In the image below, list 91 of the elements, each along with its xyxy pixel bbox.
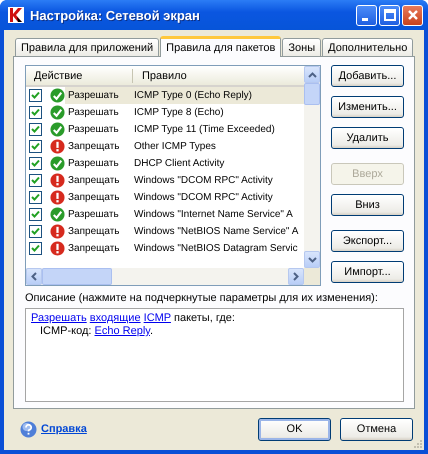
- scroll-thumb[interactable]: [304, 83, 320, 105]
- scroll-thumb[interactable]: [42, 268, 112, 285]
- rule-cell-text: Windows "DCOM RPC" Activity: [133, 192, 273, 203]
- side-button[interactable]: Импорт...: [331, 261, 404, 283]
- close-icon: [406, 9, 418, 21]
- check-circle-icon: [50, 88, 65, 103]
- description-text: ICMP-код: Echo Reply.: [39, 325, 154, 338]
- scrollbar-corner: [304, 268, 320, 285]
- rule-cell-text: ICMP Type 11 (Time Exceeded): [133, 124, 275, 135]
- list-row-highlight[interactable]: Разрешать ICMP Type 0 (Echo Reply): [65, 87, 304, 104]
- help-icon[interactable]: [20, 420, 37, 438]
- action-cell-text: Запрещать: [67, 226, 120, 237]
- checkbox[interactable]: [29, 191, 42, 204]
- check-circle-icon: [50, 207, 65, 222]
- action-cell-text: Разрешать: [67, 124, 120, 135]
- horizontal-scrollbar[interactable]: [26, 268, 320, 285]
- tab[interactable]: Правила для пакетов: [160, 36, 282, 57]
- list-row-highlight[interactable]: Запрещать Windows "NetBIOS Datagram Servic: [65, 240, 304, 257]
- parameter-link[interactable]: Разрешать: [31, 312, 87, 324]
- help-link[interactable]: Справка: [41, 423, 87, 435]
- rule-cell-text: Windows "Internet Name Service" A: [133, 209, 293, 220]
- tab[interactable]: Дополнительно: [322, 38, 414, 56]
- scroll-right-icon[interactable]: [288, 268, 304, 285]
- checkbox[interactable]: [29, 106, 42, 119]
- exclamation-circle-icon: [50, 224, 65, 239]
- dialog-button[interactable]: Отмена: [340, 418, 413, 440]
- action-cell-text: Разрешать: [67, 158, 120, 169]
- dialog-button[interactable]: OK: [258, 418, 331, 440]
- resize-grip-icon[interactable]: [413, 439, 423, 449]
- column-header[interactable]: Действие: [26, 68, 133, 82]
- vertical-scrollbar[interactable]: [304, 66, 320, 268]
- scroll-down-icon[interactable]: [304, 251, 320, 268]
- checkbox[interactable]: [29, 225, 42, 238]
- side-button[interactable]: Вниз: [331, 194, 404, 216]
- rule-cell-text: Windows "DCOM RPC" Activity: [133, 175, 273, 186]
- list-row-highlight[interactable]: Запрещать Other ICMP Types: [65, 138, 304, 155]
- list-row-highlight[interactable]: Запрещать Windows "DCOM RPC" Activity: [65, 189, 304, 206]
- exclamation-circle-icon: [50, 139, 65, 154]
- action-cell-text: Запрещать: [67, 243, 120, 254]
- list-row-highlight[interactable]: Разрешать DHCP Client Activity: [65, 155, 304, 172]
- scroll-left-icon[interactable]: [26, 268, 42, 285]
- rule-cell-text: ICMP Type 0 (Echo Reply): [133, 90, 252, 101]
- column-header[interactable]: Правило: [133, 70, 187, 82]
- action-cell-text: Запрещать: [67, 175, 120, 186]
- list-row-highlight[interactable]: Разрешать Windows "Internet Name Service" A: [65, 206, 304, 223]
- k-logo-icon: [8, 7, 24, 23]
- maximize-button[interactable]: [379, 4, 400, 26]
- action-cell-text: Запрещать: [67, 192, 120, 203]
- checkbox[interactable]: [29, 208, 42, 221]
- side-button[interactable]: Добавить...: [331, 65, 404, 87]
- list-row-highlight[interactable]: Разрешать ICMP Type 8 (Echo): [65, 104, 304, 121]
- checkbox[interactable]: [29, 89, 42, 102]
- action-cell-text: Разрешать: [67, 107, 120, 118]
- side-button[interactable]: Удалить: [331, 127, 404, 149]
- side-button[interactable]: Экспорт...: [331, 230, 404, 252]
- list-row-highlight[interactable]: Разрешать ICMP Type 11 (Time Exceeded): [65, 121, 304, 138]
- rule-cell-text: Other ICMP Types: [133, 141, 216, 152]
- tab[interactable]: Зоны: [282, 38, 322, 56]
- side-button[interactable]: Изменить...: [331, 96, 404, 118]
- checkbox[interactable]: [29, 140, 42, 153]
- rule-cell-text: Windows "NetBIOS Datagram Servic: [133, 243, 298, 254]
- maximize-icon: [384, 9, 396, 21]
- minimize-icon: [362, 18, 368, 20]
- rule-cell-text: DHCP Client Activity: [133, 158, 224, 169]
- exclamation-circle-icon: [50, 173, 65, 188]
- list-row-highlight[interactable]: Запрещать Windows "DCOM RPC" Activity: [65, 172, 304, 189]
- action-cell-text: Разрешать: [67, 209, 120, 220]
- parameter-link[interactable]: ICMP: [144, 312, 171, 324]
- action-cell-text: Разрешать: [67, 90, 120, 101]
- rule-cell-text: ICMP Type 8 (Echo): [133, 107, 224, 118]
- description-label: Описание (нажмите на подчеркнутые параметры для их изменения):: [25, 292, 379, 305]
- tab[interactable]: Правила для приложений: [15, 38, 160, 56]
- action-cell-text: Запрещать: [67, 141, 120, 152]
- checkbox[interactable]: [29, 174, 42, 187]
- check-circle-icon: [50, 122, 65, 137]
- window-title: Настройка: Сетевой экран: [30, 8, 201, 22]
- parameter-link[interactable]: входящие: [90, 312, 141, 324]
- exclamation-circle-icon: [50, 190, 65, 205]
- parameter-link[interactable]: Echo Reply: [94, 325, 150, 337]
- check-circle-icon: [50, 156, 65, 171]
- exclamation-circle-icon: [50, 241, 65, 256]
- checkbox[interactable]: [29, 242, 42, 255]
- close-button[interactable]: [402, 4, 423, 26]
- checkbox[interactable]: [29, 123, 42, 136]
- checkbox[interactable]: [29, 157, 42, 170]
- check-circle-icon: [50, 105, 65, 120]
- rule-cell-text: Windows "NetBIOS Name Service" A: [133, 226, 298, 237]
- description-text: Разрешать входящие ICMP пакеты, где:: [31, 312, 236, 325]
- list-row-highlight[interactable]: Запрещать Windows "NetBIOS Name Service" A: [65, 223, 304, 240]
- scroll-up-icon[interactable]: [304, 66, 320, 83]
- minimize-button[interactable]: [356, 4, 377, 26]
